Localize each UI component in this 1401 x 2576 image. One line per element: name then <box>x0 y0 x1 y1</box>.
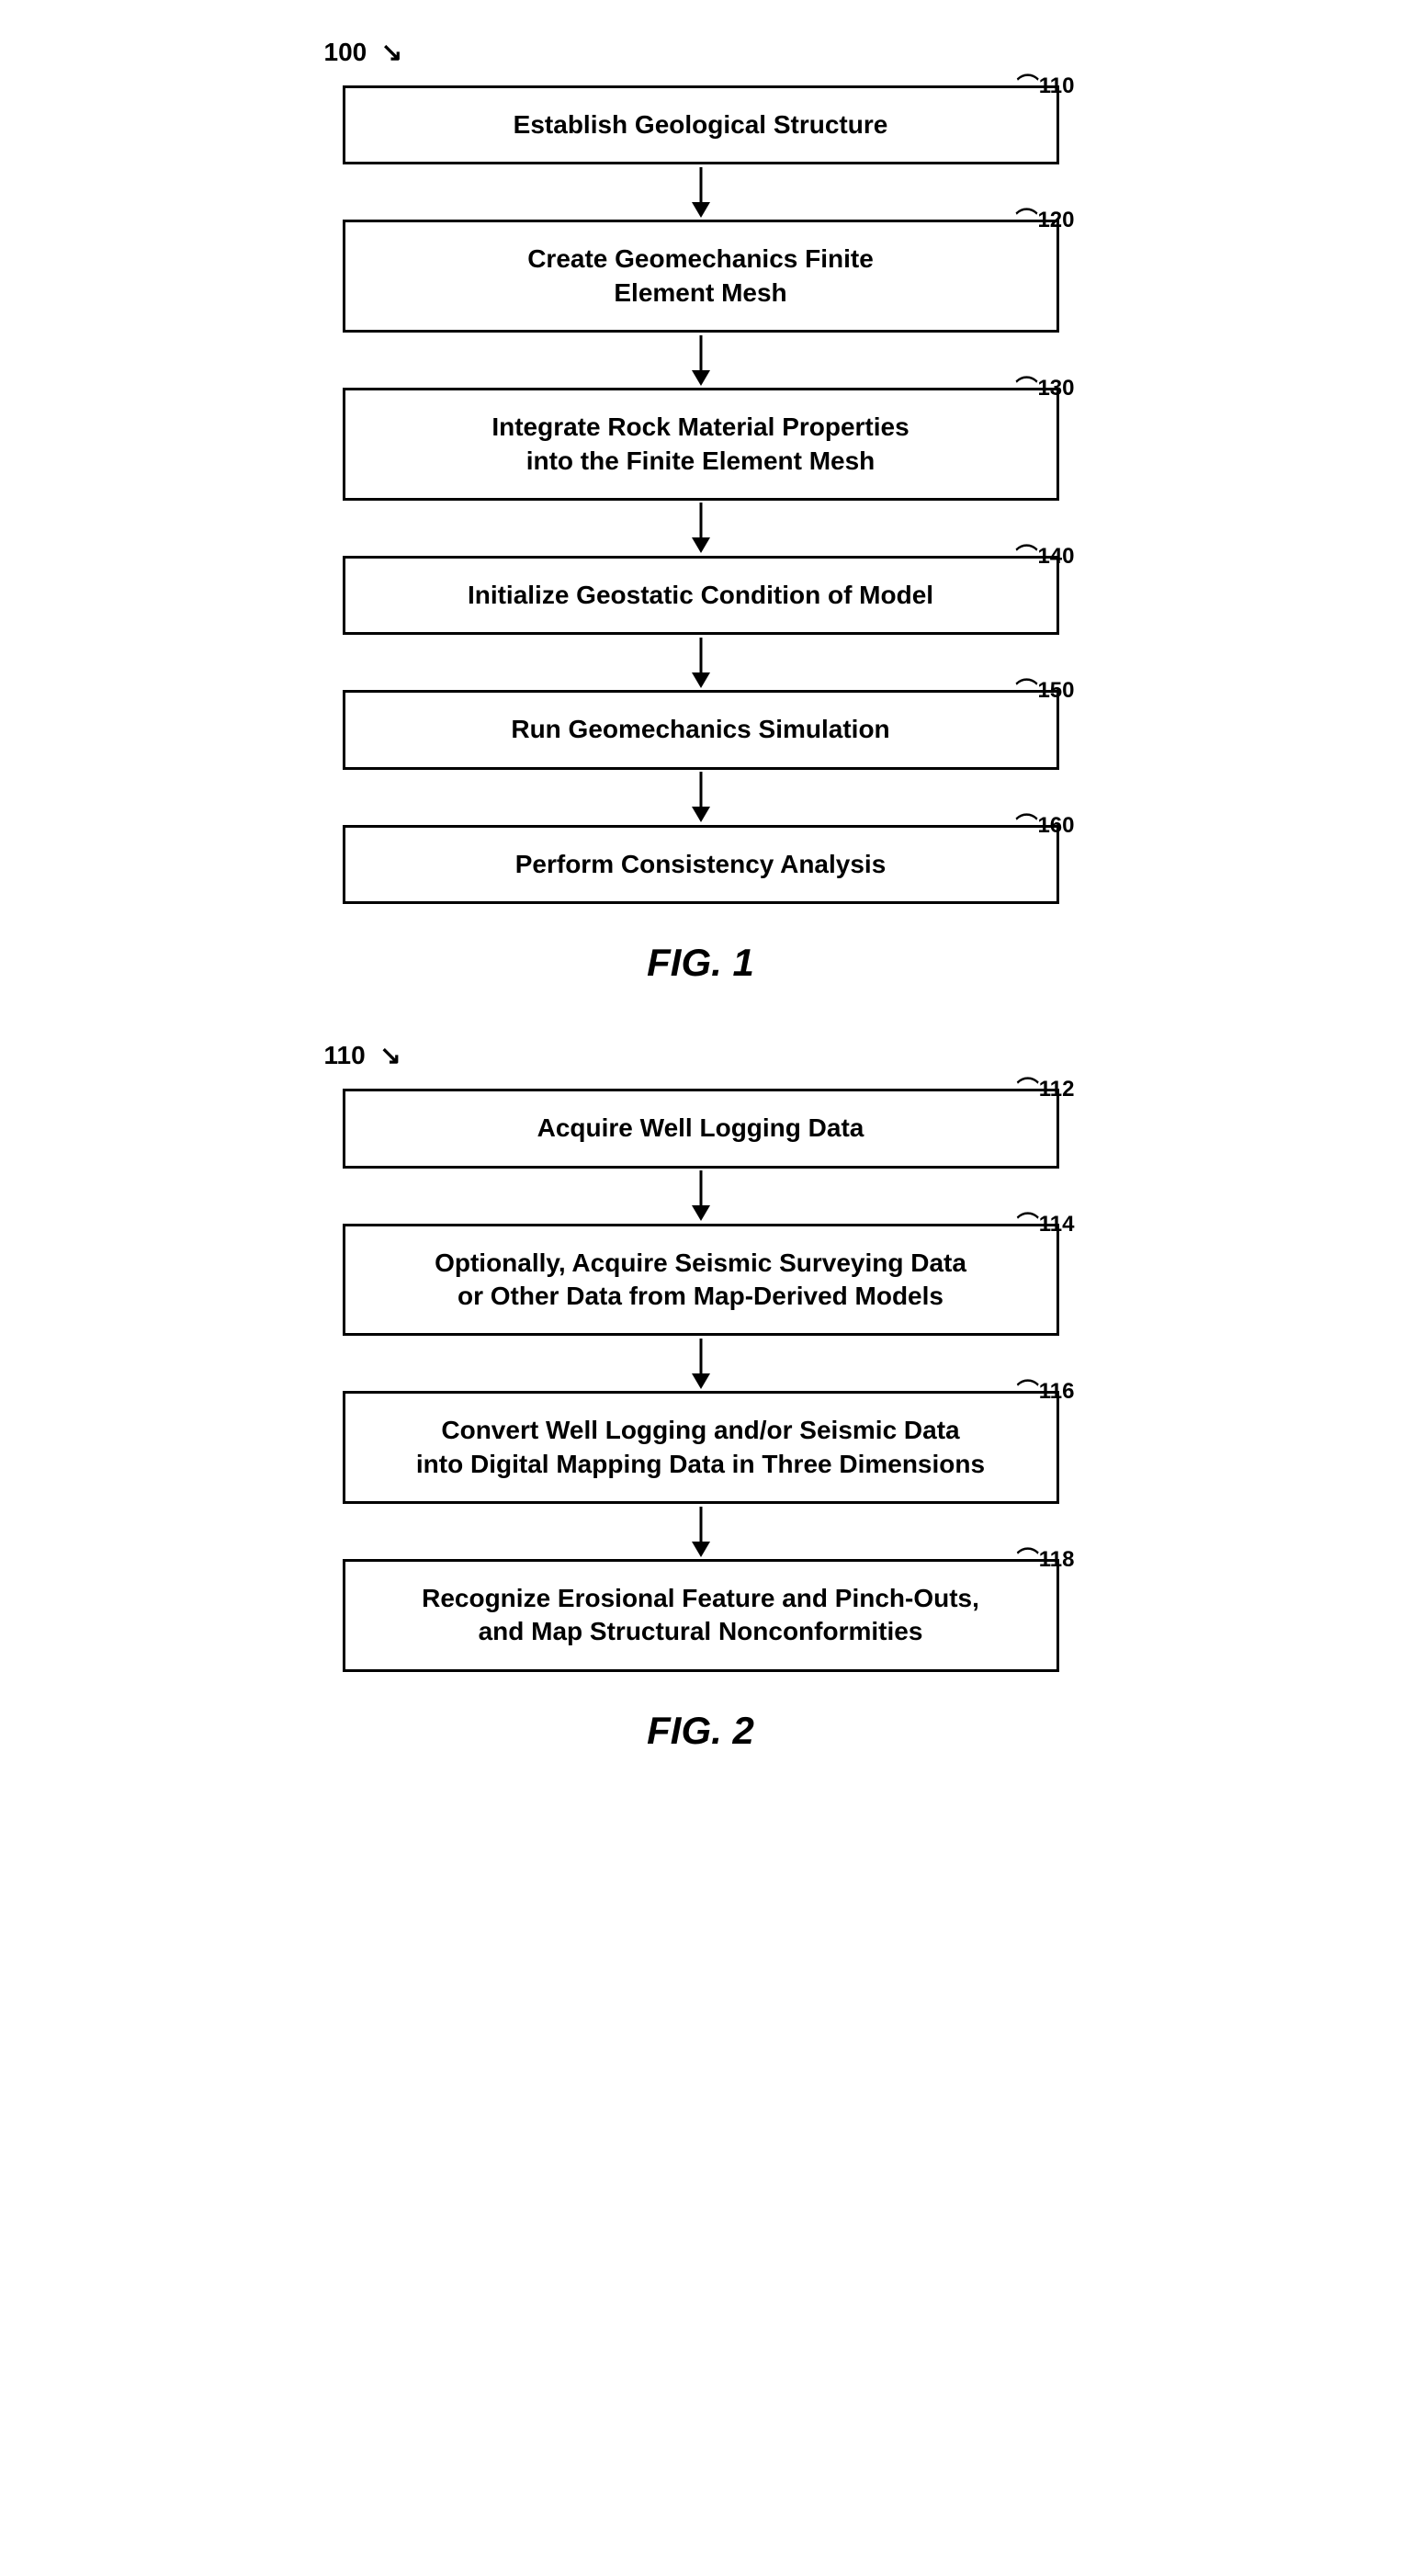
box-140: ⌒140 Initialize Geostatic Condition of M… <box>343 556 1059 635</box>
arrow-5 <box>687 770 715 825</box>
arrow-7 <box>687 1336 715 1391</box>
page-container: 100 ↘ ⌒110 Establish Geological Structur… <box>55 37 1346 1808</box>
ref-150: ⌒150 <box>1015 676 1074 705</box>
ref-120: ⌒120 <box>1015 206 1074 234</box>
box-118: ⌒118 Recognize Erosional Feature and Pin… <box>343 1559 1059 1672</box>
box-112: ⌒112 Acquire Well Logging Data <box>343 1089 1059 1168</box>
box-120-text: Create Geomechanics FiniteElement Mesh <box>527 244 874 306</box>
ref-160: ⌒160 <box>1015 811 1074 840</box>
arrow-4 <box>687 635 715 690</box>
fig2-label: FIG. 2 <box>647 1709 754 1753</box>
box-140-text: Initialize Geostatic Condition of Model <box>468 581 933 609</box>
arrow-8 <box>687 1504 715 1559</box>
box-160: ⌒160 Perform Consistency Analysis <box>343 825 1059 904</box>
ref-140: ⌒140 <box>1015 542 1074 571</box>
ref-116: ⌒116 <box>1017 1377 1075 1406</box>
fig1-top-ref: 100 ↘ <box>324 37 403 67</box>
ref-112: ⌒112 <box>1017 1075 1075 1103</box>
box-112-text: Acquire Well Logging Data <box>537 1113 864 1142</box>
fig2-top-ref: 110 ↘ <box>324 1040 401 1070</box>
figure-2-area: 110 ↘ ⌒112 Acquire Well Logging Data ⌒11… <box>288 1040 1114 1753</box>
box-150-text: Run Geomechanics Simulation <box>511 715 889 743</box>
box-114-text: Optionally, Acquire Seismic Surveying Da… <box>435 1248 966 1310</box>
box-150: ⌒150 Run Geomechanics Simulation <box>343 690 1059 769</box>
figure-2-section: 110 ↘ ⌒112 Acquire Well Logging Data ⌒11… <box>55 1040 1346 1753</box>
figure-1-area: 100 ↘ ⌒110 Establish Geological Structur… <box>288 37 1114 985</box>
box-130-text: Integrate Rock Material Propertiesinto t… <box>491 412 909 474</box>
box-114: ⌒114 Optionally, Acquire Seismic Surveyi… <box>343 1224 1059 1337</box>
box-110: ⌒110 Establish Geological Structure <box>343 85 1059 164</box>
box-116-text: Convert Well Logging and/or Seismic Data… <box>416 1416 985 1477</box>
fig1-label: FIG. 1 <box>647 941 754 985</box>
ref-114: ⌒114 <box>1017 1210 1075 1238</box>
ref-118: ⌒118 <box>1017 1545 1075 1574</box>
ref-110: ⌒110 <box>1017 72 1075 100</box>
box-120: ⌒120 Create Geomechanics FiniteElement M… <box>343 220 1059 333</box>
arrow-6 <box>687 1169 715 1224</box>
box-118-text: Recognize Erosional Feature and Pinch-Ou… <box>422 1584 979 1645</box>
box-130: ⌒130 Integrate Rock Material Propertiesi… <box>343 388 1059 501</box>
figure-1-section: 100 ↘ ⌒110 Establish Geological Structur… <box>55 37 1346 985</box>
box-116: ⌒116 Convert Well Logging and/or Seismic… <box>343 1391 1059 1504</box>
arrow-3 <box>687 501 715 556</box>
arrow-1 <box>687 164 715 220</box>
arrow-2 <box>687 333 715 388</box>
box-160-text: Perform Consistency Analysis <box>515 850 887 878</box>
ref-130: ⌒130 <box>1015 374 1074 402</box>
box-110-text: Establish Geological Structure <box>514 110 888 139</box>
